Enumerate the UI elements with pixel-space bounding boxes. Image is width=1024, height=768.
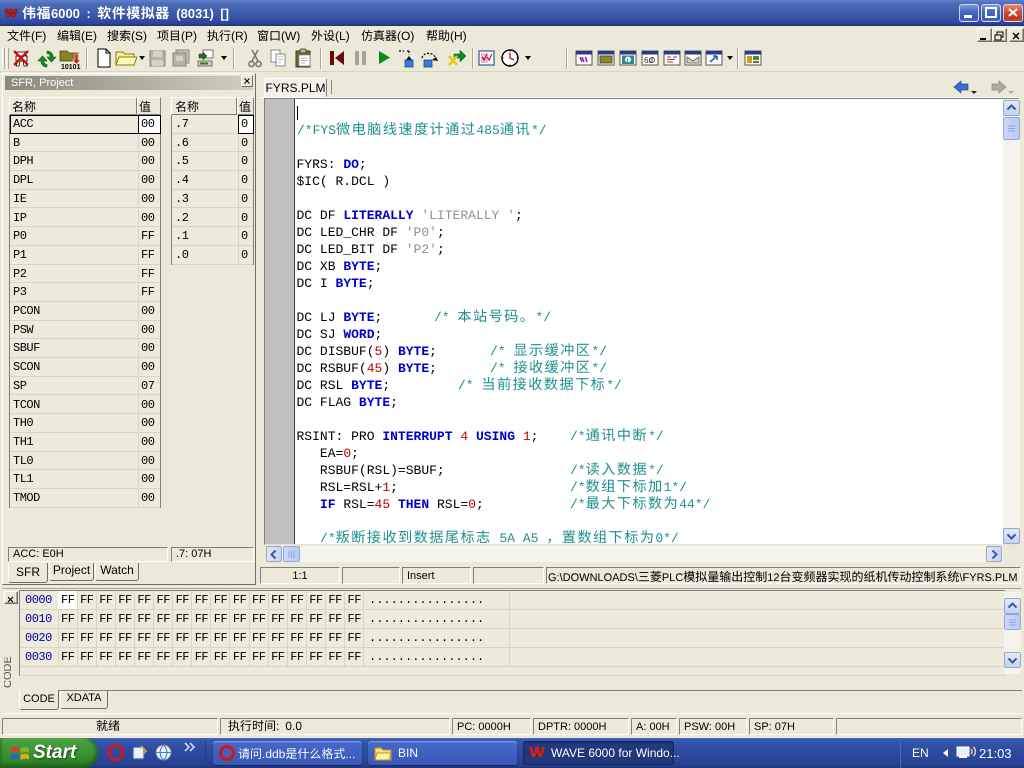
svg-text:i: i	[627, 56, 629, 64]
svg-text:10101: 10101	[61, 64, 81, 70]
svg-text:CODE: CODE	[4, 656, 14, 688]
